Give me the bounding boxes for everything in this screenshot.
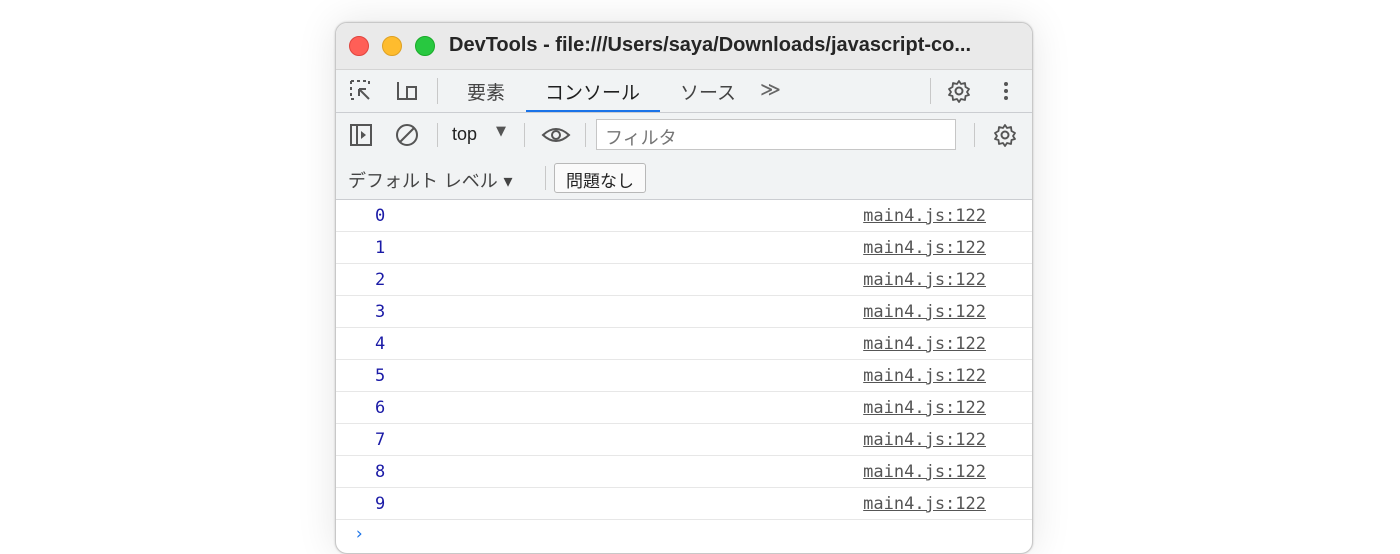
source-link[interactable]: main4.js:122 xyxy=(863,206,986,226)
console-message-row: 9 main4.js:122 xyxy=(336,488,1032,520)
context-dropdown-arrow[interactable]: ▼ xyxy=(496,124,506,139)
context-selector[interactable]: top xyxy=(452,124,477,145)
source-link[interactable]: main4.js:122 xyxy=(863,366,986,386)
devtools-window: DevTools - file:///Users/saya/Downloads/… xyxy=(335,22,1033,554)
console-message-row: 5 main4.js:122 xyxy=(336,360,1032,392)
source-link[interactable]: main4.js:122 xyxy=(863,238,986,258)
tab-elements[interactable]: 要素 xyxy=(467,78,505,105)
device-toolbar-icon[interactable] xyxy=(394,79,418,103)
console-settings-icon[interactable] xyxy=(993,123,1017,147)
source-link[interactable]: main4.js:122 xyxy=(863,334,986,354)
tab-sources[interactable]: ソース xyxy=(680,78,736,105)
log-value: 7 xyxy=(375,430,386,450)
settings-icon[interactable] xyxy=(947,79,971,103)
console-prompt-row[interactable]: › xyxy=(336,520,1032,550)
panel-tab-bar: 要素 コンソール ソース ≫ xyxy=(336,70,1032,113)
divider xyxy=(545,166,546,190)
close-window-button[interactable] xyxy=(349,36,369,56)
console-message-row: 2 main4.js:122 xyxy=(336,264,1032,296)
clear-console-icon[interactable] xyxy=(395,123,419,147)
issues-button[interactable]: 問題なし xyxy=(554,163,646,193)
log-value: 6 xyxy=(375,398,386,418)
log-value: 2 xyxy=(375,270,386,290)
log-value: 4 xyxy=(375,334,386,354)
log-value: 3 xyxy=(375,302,386,322)
log-level-bar: デフォルト レベル ▾ 問題なし xyxy=(336,157,1032,200)
console-message-row: 0 main4.js:122 xyxy=(336,200,1032,232)
source-link[interactable]: main4.js:122 xyxy=(863,430,986,450)
console-message-row: 6 main4.js:122 xyxy=(336,392,1032,424)
zoom-window-button[interactable] xyxy=(415,36,435,56)
source-link[interactable]: main4.js:122 xyxy=(863,462,986,482)
console-message-row: 1 main4.js:122 xyxy=(336,232,1032,264)
divider xyxy=(524,123,525,147)
log-value: 5 xyxy=(375,366,386,386)
console-messages: 0 main4.js:122 1 main4.js:122 2 main4.js:122 3… xyxy=(336,200,1032,520)
inspect-element-icon[interactable] xyxy=(349,79,373,103)
tab-console[interactable]: コンソール xyxy=(545,78,640,105)
log-value: 0 xyxy=(375,206,386,226)
divider xyxy=(930,78,931,104)
more-tabs-button[interactable]: ≫ xyxy=(760,77,781,101)
console-message-row: 8 main4.js:122 xyxy=(336,456,1032,488)
minimize-window-button[interactable] xyxy=(382,36,402,56)
window-title: DevTools - file:///Users/saya/Downloads/… xyxy=(449,34,972,56)
divider xyxy=(437,123,438,147)
console-prompt-icon: › xyxy=(354,524,365,544)
live-expression-eye-icon[interactable] xyxy=(541,123,571,147)
log-level-dropdown[interactable]: デフォルト レベル ▾ xyxy=(348,167,512,193)
more-options-icon[interactable] xyxy=(994,79,1018,103)
title-bar: DevTools - file:///Users/saya/Downloads/… xyxy=(336,23,1032,70)
log-value: 9 xyxy=(375,494,386,514)
divider xyxy=(974,123,975,147)
divider xyxy=(437,78,438,104)
console-toolbar: top ▼ フィルタ xyxy=(336,113,1032,157)
filter-input[interactable]: フィルタ xyxy=(596,119,956,150)
console-message-row: 3 main4.js:122 xyxy=(336,296,1032,328)
log-value: 1 xyxy=(375,238,386,258)
console-message-row: 7 main4.js:122 xyxy=(336,424,1032,456)
source-link[interactable]: main4.js:122 xyxy=(863,270,986,290)
console-message-row: 4 main4.js:122 xyxy=(336,328,1032,360)
divider xyxy=(585,123,586,147)
source-link[interactable]: main4.js:122 xyxy=(863,398,986,418)
source-link[interactable]: main4.js:122 xyxy=(863,302,986,322)
log-value: 8 xyxy=(375,462,386,482)
source-link[interactable]: main4.js:122 xyxy=(863,494,986,514)
active-tab-indicator xyxy=(526,110,660,112)
sidebar-toggle-icon[interactable] xyxy=(349,123,373,147)
